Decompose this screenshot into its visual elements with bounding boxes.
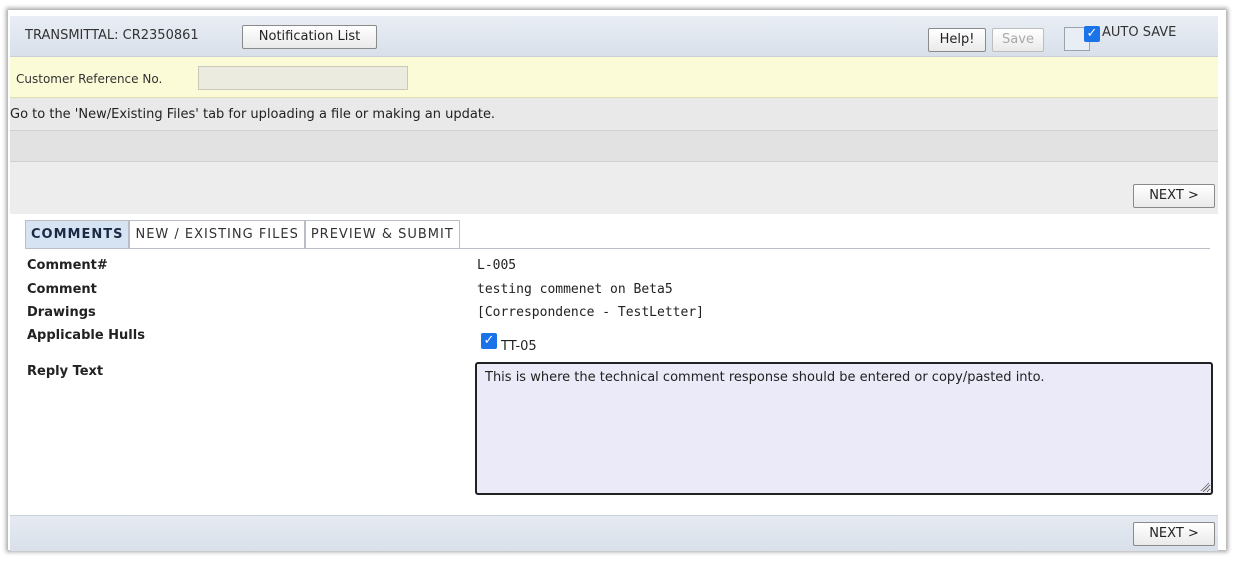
customer-reference-input[interactable] xyxy=(198,66,408,90)
comment-label: Comment xyxy=(27,282,97,297)
next-button-bottom[interactable]: NEXT > xyxy=(1133,522,1215,546)
info-message: Go to the 'New/Existing Files' tab for u… xyxy=(10,107,496,122)
spacer-row xyxy=(10,131,1218,162)
next-button-top[interactable]: NEXT > xyxy=(1133,184,1215,208)
applicable-hulls-label: Applicable Hulls xyxy=(27,328,145,343)
tab-comments[interactable]: COMMENTS xyxy=(25,220,130,248)
hull-value: TT-05 xyxy=(501,339,537,354)
hull-checkbox[interactable]: ✓ xyxy=(481,333,497,349)
top-nav-row: NEXT > xyxy=(10,162,1218,214)
reply-text-label: Reply Text xyxy=(27,364,104,379)
bottom-nav-bar: NEXT > xyxy=(10,515,1218,551)
tab-preview-submit[interactable]: PREVIEW & SUBMIT xyxy=(304,220,460,248)
tab-strip: COMMENTS NEW / EXISTING FILES PREVIEW & … xyxy=(25,220,460,248)
reply-text-area[interactable]: This is where the technical comment resp… xyxy=(475,362,1213,495)
comment-number-value: L-005 xyxy=(477,258,517,273)
comment-number-label: Comment# xyxy=(27,258,108,273)
tab-divider xyxy=(25,248,1210,249)
resize-grip-icon[interactable] xyxy=(1199,481,1209,491)
auto-save-checkbox[interactable]: ✓ xyxy=(1084,26,1100,42)
customer-reference-row: Customer Reference No. xyxy=(10,57,1218,98)
notification-list-button[interactable]: Notification List xyxy=(242,25,377,49)
customer-reference-label: Customer Reference No. xyxy=(16,72,163,86)
comment-value: testing commenet on Beta5 xyxy=(477,282,673,297)
checkmark-icon: ✓ xyxy=(483,333,495,348)
transmittal-label: TRANSMITTAL: CR2350861 xyxy=(25,28,199,43)
auto-save-label: AUTO SAVE xyxy=(1102,25,1177,40)
checkmark-icon: ✓ xyxy=(1086,26,1098,41)
save-button[interactable]: Save xyxy=(992,28,1044,52)
drawings-label: Drawings xyxy=(27,305,96,320)
help-button[interactable]: Help! xyxy=(928,28,986,52)
tab-new-existing-files[interactable]: NEW / EXISTING FILES xyxy=(129,220,305,248)
info-row: Go to the 'New/Existing Files' tab for u… xyxy=(10,98,1218,131)
header-bar: TRANSMITTAL: CR2350861 Notification List… xyxy=(10,16,1218,57)
reply-text-content: This is where the technical comment resp… xyxy=(485,370,1045,385)
drawings-value: [Correspondence - TestLetter] xyxy=(477,305,704,320)
